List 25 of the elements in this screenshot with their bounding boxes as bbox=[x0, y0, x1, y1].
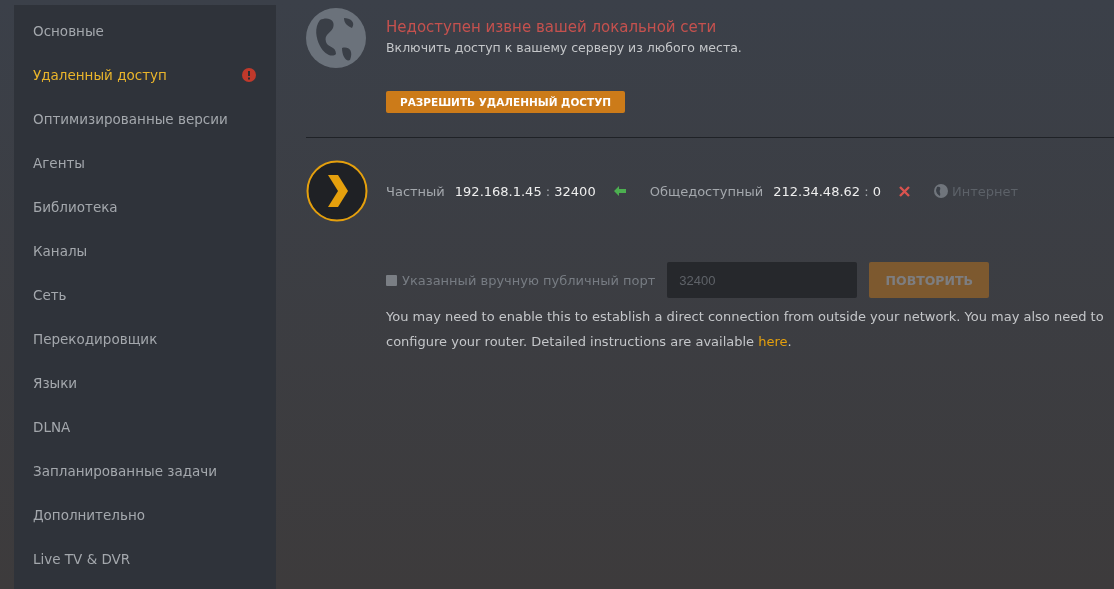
connection-label: Общедоступный bbox=[649, 183, 764, 199]
globe-icon bbox=[306, 8, 366, 68]
sidebar-item[interactable]: DLNA bbox=[14, 405, 276, 449]
enable-remote-access-button[interactable]: РАЗРЕШИТЬ УДАЛЕННЫЙ ДОСТУП bbox=[386, 91, 626, 113]
sidebar-item[interactable]: Языки bbox=[14, 361, 276, 405]
status-title: Недоступен извне вашей локальной сети bbox=[386, 18, 718, 36]
sidebar-item[interactable]: Перекодировщик bbox=[14, 317, 276, 361]
sidebar-item[interactable]: Запланированные задачи bbox=[14, 449, 276, 493]
sidebar-item[interactable]: Агенты bbox=[14, 141, 276, 185]
sidebar-item[interactable]: Удаленный доступ bbox=[14, 53, 276, 97]
connection-address: 192.168.1.45 : 32400 bbox=[454, 183, 596, 199]
here-link[interactable]: here bbox=[758, 334, 788, 349]
connection-label: Частный bbox=[386, 183, 445, 199]
sidebar-item[interactable]: Каналы bbox=[14, 229, 276, 273]
sidebar-item[interactable]: Сеть bbox=[14, 273, 276, 317]
checkbox-label: Указанный вручную публичный порт bbox=[402, 272, 656, 288]
help-paragraph: You may need to enable this to establish a direct connection from outside your network. You may also need to configure your router. Detailed instructions are available here. bbox=[386, 308, 1105, 351]
sidebar-item[interactable]: Основные bbox=[14, 9, 276, 53]
status-subtitle: Включить доступ к вашему серверу из любого места. bbox=[386, 40, 742, 55]
sidebar-item[interactable]: Оптимизированные версии bbox=[14, 97, 276, 141]
chevron-logo-icon bbox=[306, 160, 368, 222]
sidebar-item[interactable]: Библиотека bbox=[14, 185, 276, 229]
sidebar-item[interactable]: Дополнительно bbox=[14, 493, 276, 537]
connection-address: 212.34.48.62 : 0 bbox=[773, 183, 881, 199]
sidebar-item[interactable]: Live TV & DVR bbox=[14, 537, 276, 581]
